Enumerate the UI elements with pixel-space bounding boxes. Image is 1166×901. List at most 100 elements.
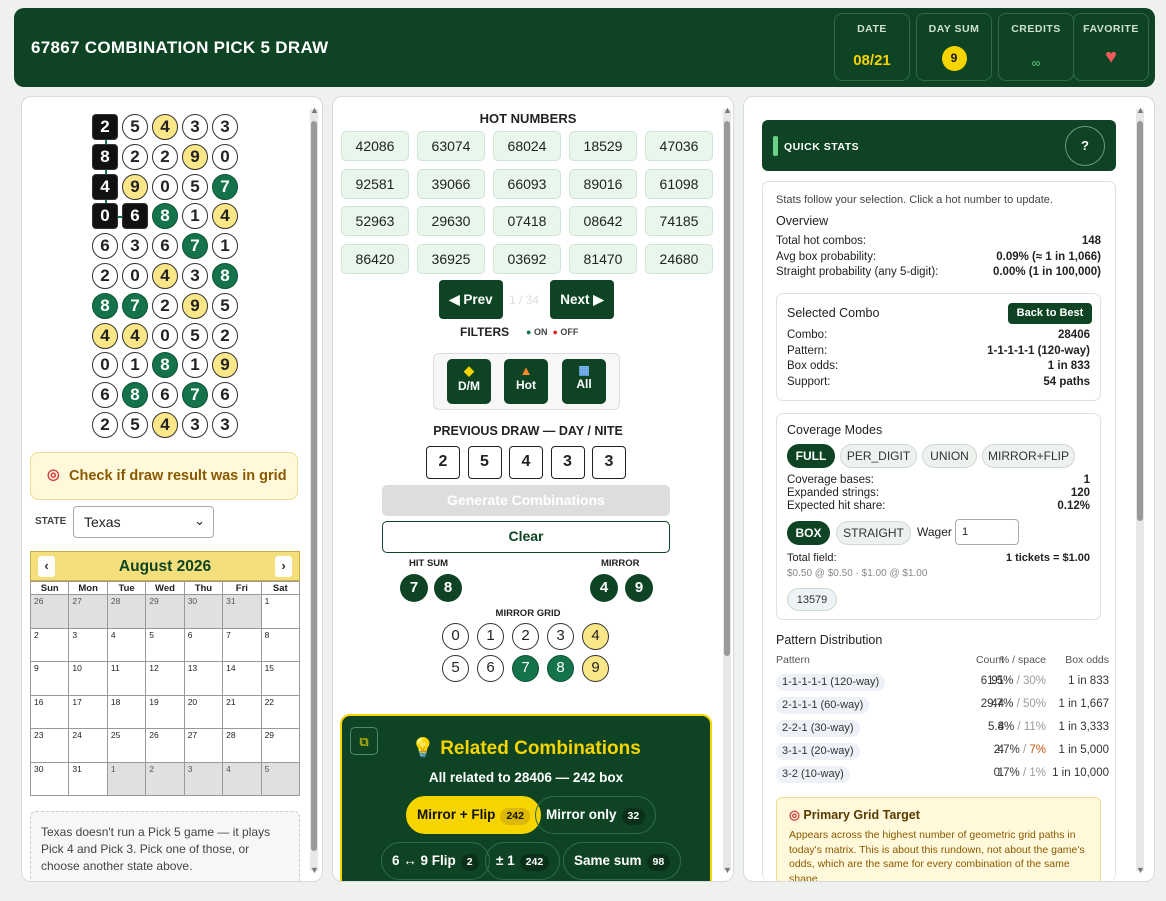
hot-number-button[interactable]: 18529 (569, 131, 637, 161)
mirror-grid-digit[interactable]: 2 (512, 623, 539, 650)
calendar-day[interactable]: 29 (146, 595, 185, 629)
hot-number-button[interactable]: 92581 (341, 168, 409, 199)
grid-cell[interactable]: 9 (182, 143, 208, 170)
grid-cell[interactable]: 3 (122, 233, 148, 260)
calendar-day[interactable]: 24 (69, 729, 108, 763)
grid-cell[interactable]: 8 (92, 292, 118, 319)
calendar-day[interactable]: 4 (223, 762, 262, 796)
right-scrollbar[interactable] (1136, 109, 1144, 871)
generate-button[interactable]: Generate Combinations (382, 485, 670, 516)
calendar-day[interactable]: 5 (261, 762, 300, 796)
hot-number-button[interactable]: 66093 (493, 168, 561, 199)
pattern-tag[interactable]: 2-1-1-1 (60-way) (776, 697, 870, 714)
next-month-button[interactable]: › (275, 556, 292, 577)
grid-cell[interactable]: 0 (152, 322, 178, 349)
pattern-tag[interactable]: 2-2-1 (30-way) (776, 720, 860, 737)
state-select[interactable]: Texas ⌄ (73, 506, 214, 538)
hot-number-button[interactable]: 24680 (645, 243, 713, 274)
mirror-grid-digit[interactable]: 8 (547, 655, 574, 682)
heart-icon[interactable]: ♥ (1074, 46, 1148, 69)
hot-number-button[interactable]: 74185 (645, 206, 713, 236)
calendar-day[interactable]: 1 (261, 595, 300, 629)
hot-number-button[interactable]: 89016 (569, 168, 637, 199)
calendar-day[interactable]: 6 (184, 628, 224, 662)
grid-cell[interactable]: 3 (182, 114, 208, 140)
calendar-day[interactable]: 2 (146, 762, 185, 796)
hot-number-button[interactable]: 29630 (417, 206, 485, 236)
grid-cell[interactable]: 2 (92, 114, 118, 140)
hot-number-button[interactable]: 08642 (569, 206, 637, 236)
box-toggle[interactable]: BOX (787, 521, 830, 545)
calendar-day[interactable]: 30 (31, 762, 70, 796)
grid-cell[interactable]: 5 (182, 173, 208, 200)
grid-cell[interactable]: 2 (92, 412, 118, 438)
grid-cell[interactable]: 9 (182, 292, 208, 319)
pattern-tag[interactable]: 1-1-1-1-1 (120-way) (776, 674, 886, 691)
grid-cell[interactable]: 8 (122, 382, 148, 409)
calendar-day[interactable]: 7 (223, 628, 262, 662)
grid-cell[interactable]: 2 (92, 263, 118, 289)
back-to-best-button[interactable]: Back to Best (1008, 303, 1092, 324)
prev-month-button[interactable]: ‹ (38, 556, 55, 577)
mirror-grid-digit[interactable]: 3 (547, 623, 574, 650)
grid-cell[interactable]: 7 (122, 292, 148, 319)
grid-cell[interactable]: 8 (152, 352, 178, 379)
calendar-day[interactable]: 31 (223, 595, 262, 629)
mirror-grid-digit[interactable]: 1 (477, 623, 504, 650)
calendar-day[interactable]: 28 (107, 595, 147, 629)
calendar-day[interactable]: 4 (107, 628, 147, 662)
calendar-day[interactable]: 17 (69, 695, 108, 729)
help-button[interactable]: ? (1065, 126, 1105, 166)
grid-cell[interactable]: 4 (152, 263, 178, 289)
calendar-day[interactable]: 31 (69, 762, 108, 796)
calendar-day[interactable]: 8 (261, 628, 300, 662)
grid-cell[interactable]: 1 (212, 233, 238, 260)
hot-number-button[interactable]: 68024 (493, 131, 561, 161)
calendar-day[interactable]: 25 (107, 729, 147, 763)
related-pill[interactable]: Mirror only 32 (535, 796, 657, 834)
grid-cell[interactable]: 2 (212, 322, 238, 349)
left-scrollbar[interactable] (310, 109, 318, 871)
grid-cell[interactable]: 3 (182, 412, 208, 438)
scroll-up-icon[interactable]: ▲ (310, 105, 319, 115)
grid-cell[interactable]: 8 (152, 203, 178, 230)
grid-cell[interactable]: 6 (212, 382, 238, 409)
calendar-day[interactable]: 30 (184, 595, 224, 629)
grid-cell[interactable]: 4 (122, 322, 148, 349)
grid-cell[interactable]: 4 (152, 412, 178, 438)
hot-number-button[interactable]: 86420 (341, 243, 409, 274)
mode-mirror-flip-tab[interactable]: MIRROR+FLIP (982, 444, 1075, 468)
grid-cell[interactable]: 8 (212, 263, 238, 289)
hot-number-button[interactable]: 47036 (645, 131, 713, 161)
grid-cell[interactable]: 7 (182, 382, 208, 409)
calendar-day[interactable]: 18 (107, 695, 147, 729)
calendar-day[interactable]: 12 (146, 662, 185, 696)
calendar-day[interactable]: 22 (261, 695, 300, 729)
filter-hot-button[interactable]: ▲ Hot (504, 359, 548, 404)
mode-union-tab[interactable]: UNION (922, 444, 977, 468)
grid-cell[interactable]: 5 (212, 292, 238, 319)
calendar-day[interactable]: 3 (184, 762, 224, 796)
grid-cell[interactable]: 4 (212, 203, 238, 230)
clear-button[interactable]: Clear (382, 521, 670, 553)
grid-cell[interactable]: 4 (92, 173, 118, 200)
grid-cell[interactable]: 5 (122, 114, 148, 140)
hot-number-button[interactable]: 07418 (493, 206, 561, 236)
scroll-down-icon[interactable]: ▼ (1136, 865, 1145, 875)
calendar-day[interactable]: 26 (31, 595, 70, 629)
hot-number-button[interactable]: 52963 (341, 206, 409, 236)
grid-cell[interactable]: 7 (182, 233, 208, 260)
prev-page-button[interactable]: ◀ Prev (439, 280, 503, 319)
grid-cell[interactable]: 0 (152, 173, 178, 200)
hot-number-button[interactable]: 61098 (645, 168, 713, 199)
calendar-day[interactable]: 3 (69, 628, 108, 662)
stat-favorite[interactable]: FAVORITE ♥ (1073, 13, 1149, 81)
grid-cell[interactable]: 6 (92, 233, 118, 260)
grid-cell[interactable]: 6 (92, 382, 118, 409)
grid-cell[interactable]: 3 (182, 263, 208, 289)
grid-cell[interactable]: 5 (182, 322, 208, 349)
straight-toggle[interactable]: STRAIGHT (836, 521, 911, 545)
filter-all-button[interactable]: ▦ All (562, 359, 606, 404)
calendar-day[interactable]: 2 (31, 628, 70, 662)
calendar-day[interactable]: 28 (223, 729, 262, 763)
